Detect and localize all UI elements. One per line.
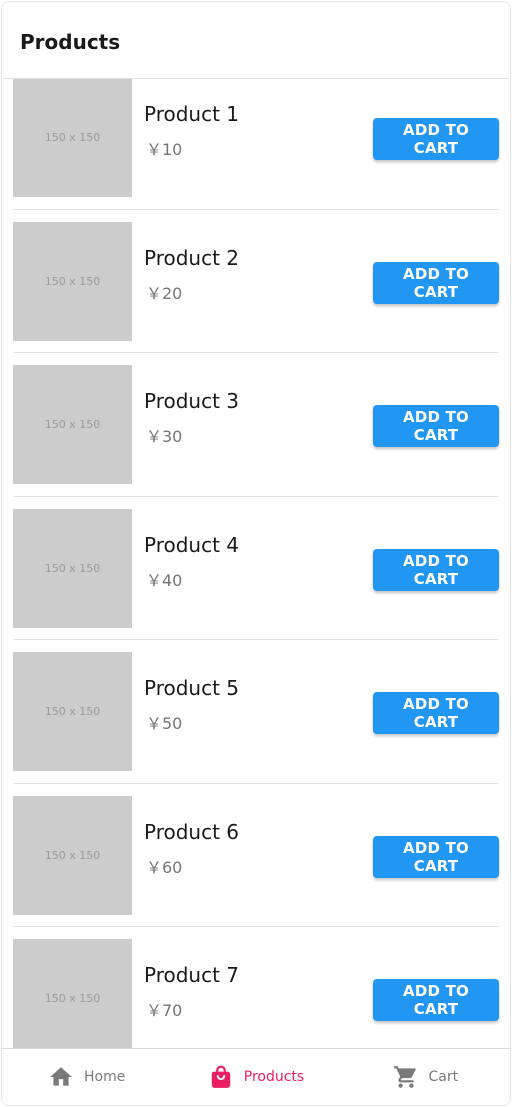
product-image-placeholder: 150 x 150: [13, 365, 132, 484]
tab-products[interactable]: Products: [171, 1049, 340, 1105]
product-price: ￥60: [146, 857, 183, 877]
tab-label-cart: Cart: [428, 1069, 459, 1085]
add-to-cart-button[interactable]: ADD TO CART: [373, 835, 499, 878]
product-row: 150 x 150 Product 6 ￥60 ADD TO CART: [13, 784, 499, 927]
add-to-cart-button[interactable]: ADD TO CART: [373, 118, 499, 160]
tab-label-home: Home: [83, 1069, 126, 1085]
product-row: 150 x 150 Product 3 ￥30 ADD TO CART: [13, 353, 499, 497]
product-list[interactable]: 150 x 150 Product 1 ￥10 ADD TO CART 150 …: [2, 78, 510, 1049]
product-name: Product 2: [144, 245, 240, 270]
tab-cart[interactable]: Cart: [341, 1049, 510, 1105]
add-to-cart-button[interactable]: ADD TO CART: [373, 692, 499, 734]
product-row: 150 x 150 Product 4 ￥40 ADD TO CART: [13, 497, 499, 640]
product-name: Product 4: [144, 532, 240, 557]
product-image-placeholder: 150 x 150: [13, 221, 132, 341]
product-list-content: 150 x 150 Product 1 ￥10 ADD TO CART 150 …: [2, 78, 510, 1049]
product-image-placeholder: 150 x 150: [13, 508, 132, 628]
product-price: ￥70: [146, 1001, 183, 1020]
product-price: ￥40: [146, 570, 183, 590]
product-image-placeholder: 150 x 150: [13, 795, 132, 915]
product-image-placeholder: 150 x 150: [13, 78, 132, 197]
product-name: Product 7: [144, 963, 240, 987]
product-price: ￥20: [146, 283, 183, 303]
product-price: ￥50: [146, 714, 183, 733]
product-image-placeholder: 150 x 150: [13, 939, 132, 1049]
add-to-cart-button[interactable]: ADD TO CART: [373, 548, 499, 591]
product-row: 150 x 150 Product 1 ￥10 ADD TO CART: [13, 78, 499, 210]
product-price: ￥30: [146, 427, 183, 446]
tab-home[interactable]: Home: [2, 1049, 171, 1105]
add-to-cart-button[interactable]: ADD TO CART: [373, 261, 499, 304]
product-name: Product 1: [144, 102, 240, 126]
product-price: ￥10: [146, 140, 183, 159]
product-name: Product 3: [144, 389, 240, 413]
product-row: 150 x 150 Product 2 ￥20 ADD TO CART: [13, 210, 499, 353]
page-title: Products: [20, 30, 121, 54]
shopping-bag-icon: [211, 1065, 230, 1088]
app-window: Products 150 x 150 Product 1 ￥10 ADD TO …: [1, 1, 511, 1106]
home-icon: [50, 1067, 72, 1086]
cart-icon: [393, 1066, 416, 1088]
add-to-cart-button[interactable]: ADD TO CART: [373, 405, 499, 447]
product-row: 150 x 150 Product 7 ￥70 ADD TO CART: [13, 927, 499, 1049]
product-image-placeholder: 150 x 150: [13, 652, 132, 771]
product-name: Product 6: [144, 819, 240, 844]
bottom-tab-bar: Home Products Cart: [2, 1048, 510, 1105]
add-to-cart-button[interactable]: ADD TO CART: [373, 979, 499, 1021]
product-row: 150 x 150 Product 5 ￥50 ADD TO CART: [13, 640, 499, 784]
app-header: Products: [2, 2, 510, 79]
tab-label-products: Products: [243, 1069, 305, 1085]
product-name: Product 5: [144, 676, 240, 700]
